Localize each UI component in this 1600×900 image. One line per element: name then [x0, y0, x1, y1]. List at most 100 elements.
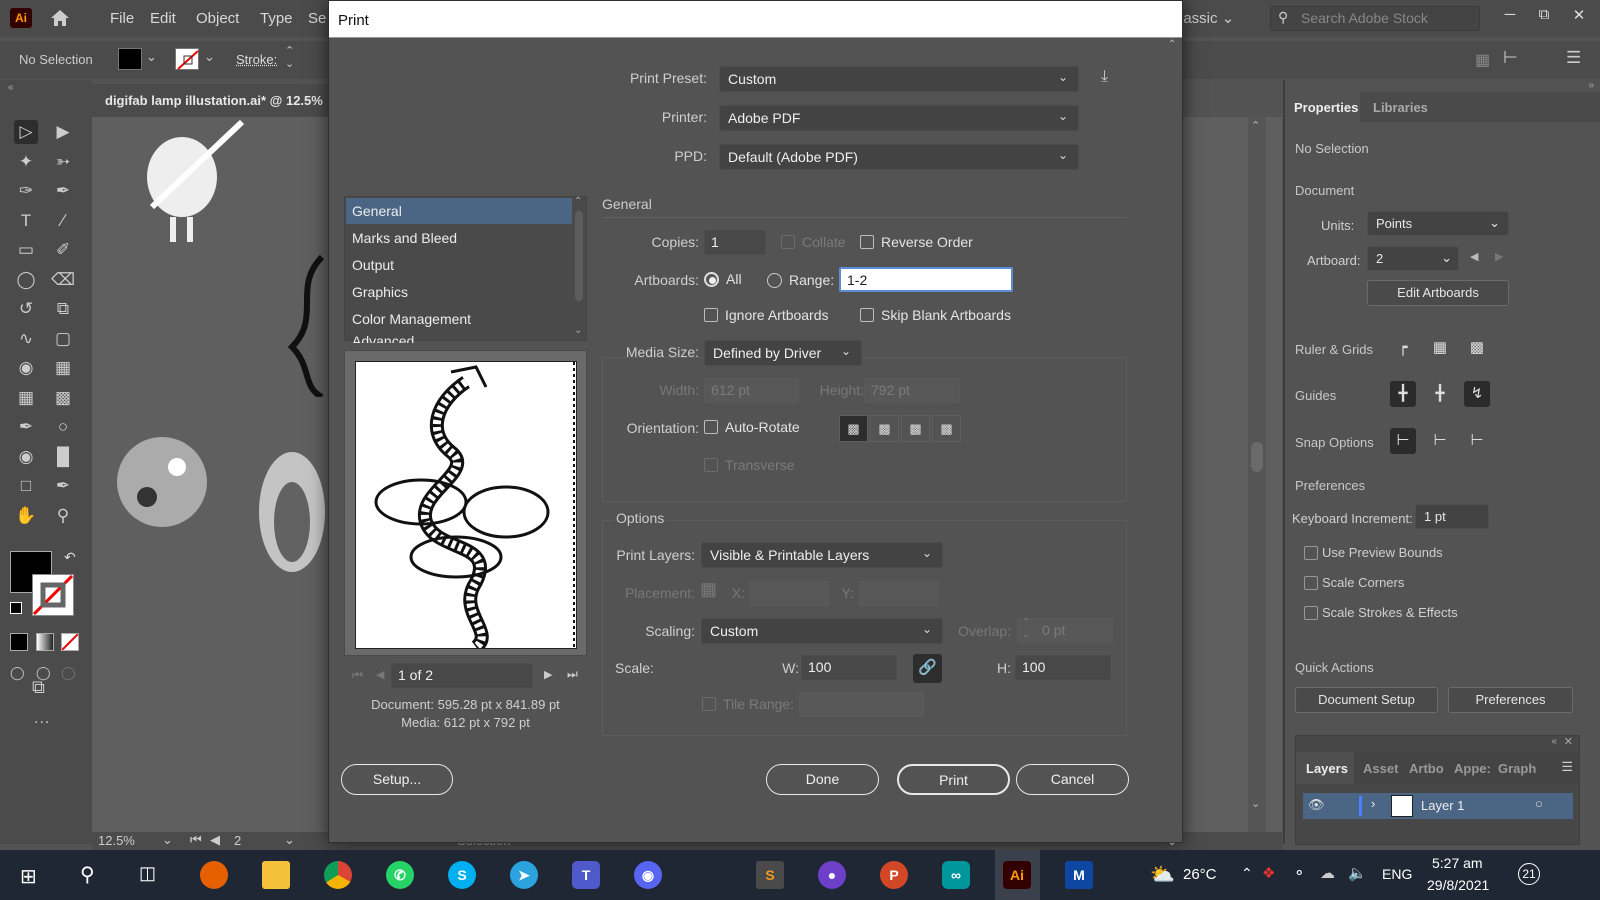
blend-tool-icon[interactable]: ○ — [51, 415, 75, 439]
tab-properties[interactable]: Properties — [1285, 92, 1360, 122]
teams-icon[interactable]: T — [572, 861, 600, 889]
lock-guides-icon[interactable]: ╋ — [1427, 381, 1453, 407]
artboard-tool-icon[interactable]: □ — [14, 474, 38, 498]
default-colors-icon[interactable] — [10, 602, 22, 614]
expand-layer-icon[interactable]: › — [1371, 796, 1375, 811]
show-hidden-icons[interactable]: ⌃ — [1241, 865, 1253, 882]
layer-name[interactable]: Layer 1 — [1421, 798, 1464, 813]
landscape-icon[interactable]: ▩ — [870, 415, 899, 442]
close-icon[interactable]: ✕ — [1564, 735, 1573, 748]
category-item[interactable]: Marks and Bleed — [346, 225, 572, 251]
category-item[interactable]: Advanced — [346, 333, 572, 343]
range-input[interactable]: 1-2 — [839, 267, 1013, 292]
illustrator-icon[interactable]: Ai — [1003, 861, 1031, 889]
tab-asset-export[interactable]: Asset — [1363, 761, 1398, 776]
collapse-icon[interactable]: « — [8, 82, 14, 93]
document-setup-button[interactable]: Document Setup — [1295, 687, 1438, 713]
page-nav-field[interactable]: 1 of 2 — [391, 663, 533, 688]
arduino-icon[interactable]: ∞ — [942, 861, 970, 889]
artboards-all-radio[interactable]: All — [704, 271, 742, 287]
units-dropdown[interactable]: Points ⌄ — [1367, 211, 1509, 236]
snap-to-grid-icon[interactable]: ⊢ — [1427, 428, 1453, 454]
expand-icon[interactable]: » — [1588, 80, 1594, 91]
minimize-icon[interactable]: ─ — [1494, 6, 1526, 24]
prev-artboard-icon[interactable]: ◀ — [210, 832, 220, 848]
align-icon[interactable]: ▦ — [1475, 50, 1490, 70]
scale-tool-icon[interactable]: ⧉ — [51, 297, 75, 321]
print-button[interactable]: Print — [897, 764, 1010, 795]
notification-count[interactable]: 21 — [1518, 863, 1540, 885]
tab-layers[interactable]: Layers — [1296, 752, 1354, 784]
line-segment-tool-icon[interactable]: ∕ — [51, 209, 75, 233]
fill-swatch[interactable] — [118, 48, 142, 70]
paintbrush-tool-icon[interactable]: ✐ — [51, 238, 75, 262]
scale-strokes-effects-checkbox[interactable]: Scale Strokes & Effects — [1304, 605, 1458, 620]
volume-icon[interactable]: 🔈 — [1348, 864, 1367, 882]
chevron-down-icon[interactable]: ⌄ — [162, 832, 173, 848]
discord-icon[interactable]: ◉ — [634, 861, 662, 889]
windows-start-icon[interactable]: ⊞ — [20, 864, 37, 889]
menu-select[interactable]: Se — [308, 10, 326, 27]
auto-rotate-checkbox[interactable]: Auto-Rotate — [704, 419, 800, 435]
stroke-stepper-icon[interactable]: ⌃ ⌄ — [285, 45, 294, 71]
chevron-down-icon[interactable]: ⌄ — [146, 49, 157, 65]
category-item[interactable]: Output — [346, 252, 572, 278]
overlap-input[interactable]: ⌃ ⌄ 0 pt — [1017, 617, 1113, 643]
eraser-tool-icon[interactable]: ⌫ — [51, 268, 75, 292]
weather-temp[interactable]: 26°C — [1183, 866, 1217, 883]
zoom-tool-icon[interactable]: ⚲ — [51, 504, 75, 528]
placement-y-input[interactable] — [859, 581, 939, 606]
magic-wand-tool-icon[interactable]: ✦ — [14, 150, 38, 174]
draw-inside-icon[interactable]: ◯ — [61, 665, 76, 681]
portrait-icon[interactable]: ▩ — [839, 415, 868, 442]
copies-input[interactable]: 1 — [704, 230, 766, 255]
next-page-icon[interactable]: ▶ — [544, 668, 552, 681]
save-preset-icon[interactable]: ⤓ — [1101, 68, 1108, 86]
height-input[interactable]: 792 pt — [864, 378, 960, 403]
artboard-number[interactable]: 2 — [234, 833, 241, 848]
stroke-label[interactable]: Stroke: — [236, 52, 277, 67]
selection-tool-icon[interactable]: ▷ — [14, 120, 38, 144]
edit-artboards-button[interactable]: Edit Artboards — [1367, 280, 1509, 306]
tab-appearance[interactable]: Appe: — [1454, 761, 1491, 776]
last-page-icon[interactable]: ⏭ — [567, 667, 578, 682]
first-page-icon[interactable]: ⏮ — [352, 668, 363, 683]
weather-icon[interactable]: ⛅ — [1150, 862, 1175, 887]
home-icon[interactable] — [50, 9, 70, 27]
landscape-flipped-icon[interactable]: ▩ — [932, 415, 961, 442]
preferences-button[interactable]: Preferences — [1448, 687, 1573, 713]
notification-app-icon[interactable]: ❖ — [1262, 864, 1275, 882]
skip-blank-artboards-checkbox[interactable]: Skip Blank Artboards — [860, 307, 1011, 323]
ppd-dropdown[interactable]: Default (Adobe PDF) ⌄ — [719, 144, 1079, 170]
category-item[interactable]: Color Management — [346, 306, 572, 332]
workspace-switcher[interactable]: lassic ⌄ — [1180, 9, 1234, 27]
snap-to-point-icon[interactable]: ⊢ — [1390, 428, 1416, 454]
collate-checkbox[interactable]: Collate — [781, 234, 846, 250]
curvature-tool-icon[interactable]: ✒ — [51, 179, 75, 203]
transverse-checkbox[interactable]: Transverse — [704, 457, 795, 473]
telegram-icon[interactable]: ➤ — [510, 861, 538, 889]
dialog-scrollbar[interactable]: ⌃ ⌄ — [1168, 39, 1178, 848]
restore-icon[interactable]: ⧉ — [1528, 6, 1560, 24]
ignore-artboards-checkbox[interactable]: Ignore Artboards — [704, 307, 829, 323]
panel-menu-icon[interactable]: ☰ — [1561, 759, 1573, 775]
panel-menu-icon[interactable]: ☰ — [1566, 48, 1581, 68]
zoom-level[interactable]: 12.5% — [98, 833, 135, 848]
direct-selection-tool-icon[interactable]: ▶ — [51, 120, 75, 144]
type-tool-icon[interactable]: T — [14, 209, 38, 233]
clock-time[interactable]: 5:27 am — [1432, 855, 1483, 871]
scale-h-input[interactable]: 100 — [1015, 655, 1111, 680]
none-mode-icon[interactable] — [61, 633, 79, 651]
link-proportions-icon[interactable]: 🔗 — [913, 654, 942, 683]
shape-builder-tool-icon[interactable]: ◉ — [14, 356, 38, 380]
lasso-tool-icon[interactable]: ➳ — [51, 150, 75, 174]
hand-tool-icon[interactable]: ✋ — [14, 504, 38, 528]
eyedropper-tool-icon[interactable]: ✒ — [14, 415, 38, 439]
gradient-tool-icon[interactable]: ▩ — [51, 386, 75, 410]
snap-to-pixel-icon[interactable]: ⊢ — [1464, 428, 1490, 454]
stock-search-input[interactable]: ⚲ Search Adobe Stock — [1270, 6, 1480, 31]
chevron-down-icon[interactable]: ⌄ — [204, 49, 215, 65]
gradient-mode-icon[interactable] — [36, 633, 54, 651]
done-button[interactable]: Done — [766, 764, 879, 795]
snap-icon[interactable]: ⊢ — [1503, 48, 1518, 68]
